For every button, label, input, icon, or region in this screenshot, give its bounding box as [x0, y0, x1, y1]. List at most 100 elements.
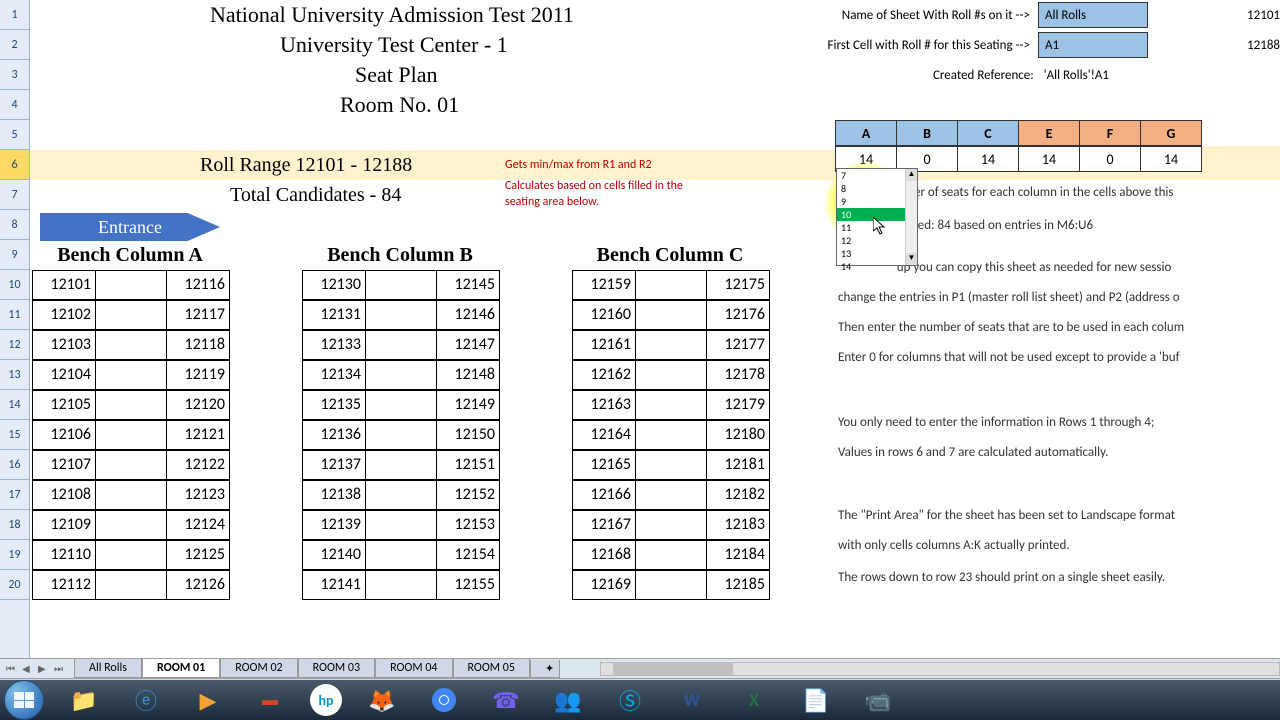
cell-empty[interactable] [95, 510, 167, 540]
cell[interactable]: 12160 [572, 300, 636, 330]
cell[interactable]: 12155 [436, 570, 500, 600]
viber-icon[interactable]: ☎ [484, 684, 528, 716]
cell-empty[interactable] [365, 540, 437, 570]
cell-empty[interactable] [365, 510, 437, 540]
cell-empty[interactable] [635, 270, 707, 300]
cell[interactable]: 12101 [32, 270, 96, 300]
cell-empty[interactable] [635, 390, 707, 420]
sheet-tab-all-rolls[interactable]: All Rolls [74, 659, 142, 678]
camera-icon[interactable]: 📹 [856, 684, 900, 716]
cell[interactable]: 12169 [572, 570, 636, 600]
cell[interactable]: 12168 [572, 540, 636, 570]
cell-empty[interactable] [635, 450, 707, 480]
cell[interactable]: 12178 [706, 360, 770, 390]
sheet-tab-room-02[interactable]: ROOM 02 [220, 659, 297, 678]
cell[interactable]: 12104 [32, 360, 96, 390]
cell-empty[interactable] [635, 300, 707, 330]
cell-empty[interactable] [365, 300, 437, 330]
cell[interactable]: 12175 [706, 270, 770, 300]
row-header-10[interactable]: 10 [0, 270, 29, 300]
row-header-15[interactable]: 15 [0, 420, 29, 450]
cell[interactable]: 12181 [706, 450, 770, 480]
row-header-1[interactable]: 1 [0, 0, 29, 30]
scroll-down-icon[interactable]: ▼ [906, 253, 917, 265]
cell[interactable]: 12152 [436, 480, 500, 510]
row-header-2[interactable]: 2 [0, 30, 29, 60]
cell[interactable]: 12161 [572, 330, 636, 360]
cell[interactable]: 12140 [302, 540, 366, 570]
sheet-tab-room-04[interactable]: ROOM 04 [375, 659, 452, 678]
cell[interactable]: 12121 [166, 420, 230, 450]
cell[interactable]: 12176 [706, 300, 770, 330]
new-sheet-tab[interactable]: ✦ [530, 660, 560, 678]
skype-icon[interactable]: Ⓢ [608, 684, 652, 716]
cell-empty[interactable] [95, 540, 167, 570]
cell-empty[interactable] [95, 480, 167, 510]
row-header-20[interactable]: 20 [0, 570, 29, 600]
row-header-3[interactable]: 3 [0, 60, 29, 90]
cell[interactable]: 12138 [302, 480, 366, 510]
cell-empty[interactable] [365, 330, 437, 360]
cell-empty[interactable] [95, 450, 167, 480]
scroll-up-icon[interactable]: ▲ [906, 169, 917, 181]
cell[interactable]: 12183 [706, 510, 770, 540]
word-icon[interactable]: W [670, 684, 714, 716]
cell-empty[interactable] [365, 420, 437, 450]
ie-icon[interactable]: ⓔ [124, 684, 168, 716]
cell-empty[interactable] [95, 300, 167, 330]
row-header-7[interactable]: 7 [0, 180, 29, 210]
sheet-tab-room-03[interactable]: ROOM 03 [298, 659, 375, 678]
cell[interactable]: 12180 [706, 420, 770, 450]
cell-empty[interactable] [365, 570, 437, 600]
cell[interactable]: 12179 [706, 390, 770, 420]
row-header-4[interactable]: 4 [0, 90, 29, 120]
people-icon[interactable]: 👥 [546, 684, 590, 716]
scrollbar-thumb[interactable] [613, 663, 733, 675]
cell[interactable]: 12120 [166, 390, 230, 420]
row-header-17[interactable]: 17 [0, 480, 29, 510]
cell[interactable]: 12162 [572, 360, 636, 390]
cell[interactable]: 12126 [166, 570, 230, 600]
cell[interactable]: 12124 [166, 510, 230, 540]
cell[interactable]: 12106 [32, 420, 96, 450]
seats-val-5[interactable]: 14 [1140, 146, 1202, 172]
cell[interactable]: 12141 [302, 570, 366, 600]
start-button[interactable] [4, 680, 44, 720]
cell[interactable]: 12154 [436, 540, 500, 570]
hp-icon[interactable]: hp [310, 684, 342, 716]
cell[interactable]: 12165 [572, 450, 636, 480]
row-header-11[interactable]: 11 [0, 300, 29, 330]
cell[interactable]: 12125 [166, 540, 230, 570]
chrome-icon[interactable] [422, 684, 466, 716]
notes-icon[interactable]: 📄 [794, 684, 838, 716]
tab-nav-next-icon[interactable]: ▶ [38, 662, 52, 676]
cell-empty[interactable] [365, 480, 437, 510]
cell[interactable]: 12116 [166, 270, 230, 300]
tab-nav-first-icon[interactable]: ⏮ [6, 662, 20, 676]
cell[interactable]: 12123 [166, 480, 230, 510]
excel-icon[interactable]: X [732, 684, 776, 716]
tab-nav-prev-icon[interactable]: ◀ [22, 662, 36, 676]
explorer-icon[interactable]: 📁 [62, 684, 106, 716]
cell[interactable]: 12112 [32, 570, 96, 600]
row-header-19[interactable]: 19 [0, 540, 29, 570]
cell-empty[interactable] [95, 420, 167, 450]
cell-empty[interactable] [365, 450, 437, 480]
cell[interactable]: 12185 [706, 570, 770, 600]
dropdown-scrollbar[interactable]: ▲ ▼ [905, 169, 917, 265]
cell[interactable]: 12117 [166, 300, 230, 330]
cell-empty[interactable] [95, 390, 167, 420]
sheet-tab-room-05[interactable]: ROOM 05 [453, 659, 530, 678]
cell[interactable]: 12134 [302, 360, 366, 390]
sheet-name-input[interactable]: All Rolls [1038, 2, 1148, 28]
firefox-icon[interactable]: 🦊 [360, 684, 404, 716]
cell-empty[interactable] [365, 270, 437, 300]
seats-val-3[interactable]: 14 [1018, 146, 1080, 172]
powerpoint-icon[interactable]: ▬ [248, 684, 292, 716]
cell[interactable]: 12103 [32, 330, 96, 360]
cell[interactable]: 12145 [436, 270, 500, 300]
cell-empty[interactable] [635, 330, 707, 360]
cell-empty[interactable] [365, 360, 437, 390]
row-header-5[interactable]: 5 [0, 120, 29, 150]
cell[interactable]: 12148 [436, 360, 500, 390]
